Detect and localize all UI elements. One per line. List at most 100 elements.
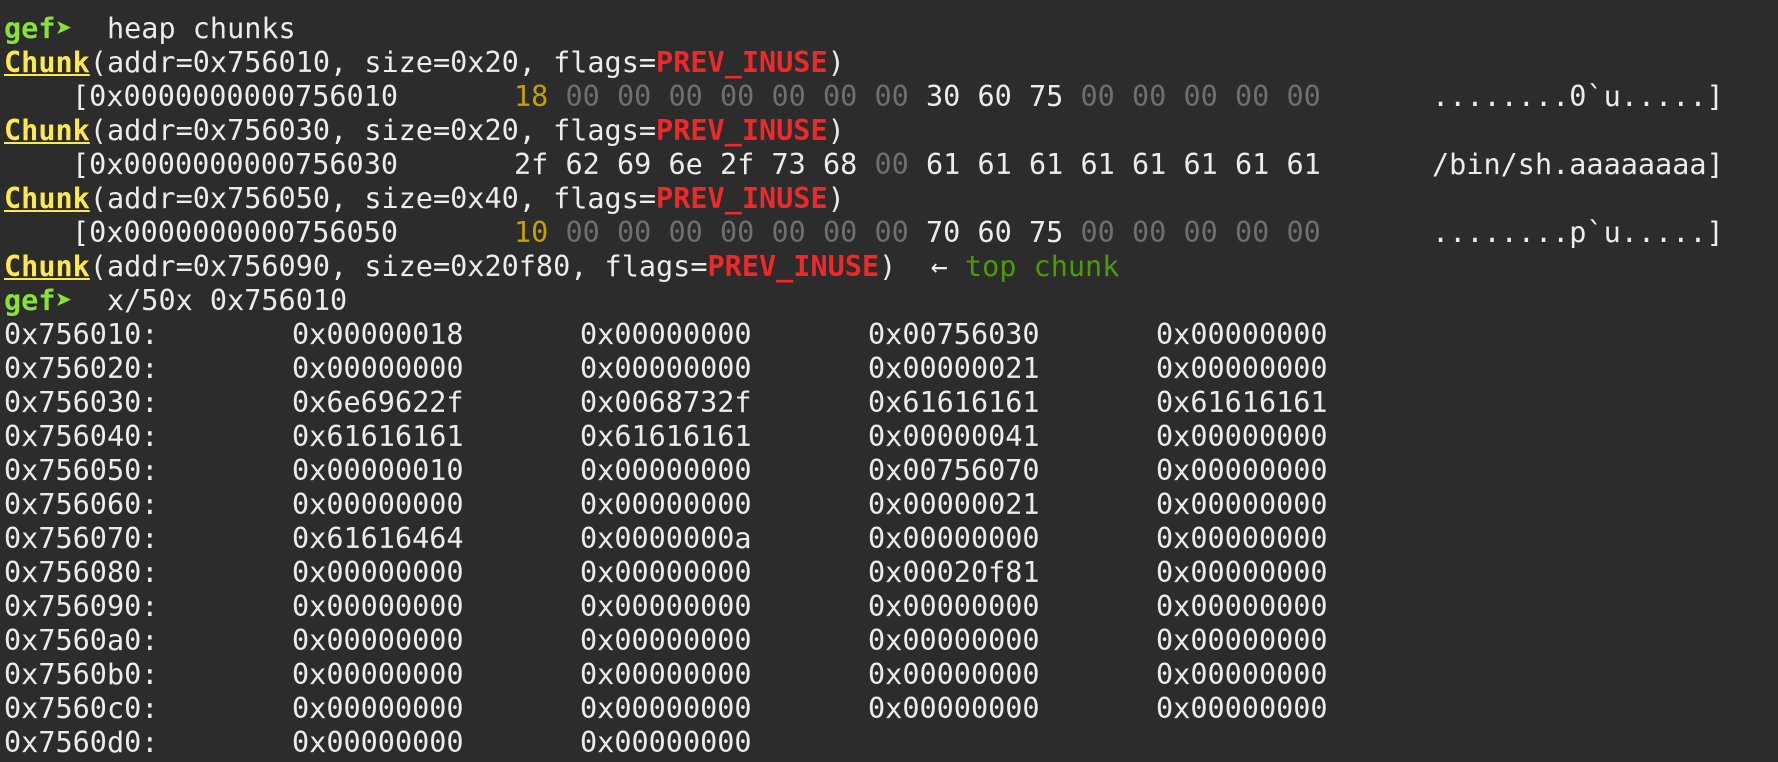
memory-row: 0x7560b0: 0x00000000 0x00000000 0x00000000 0… — [4, 658, 1778, 692]
memory-word: 0x6e69622f — [292, 386, 464, 419]
hex-byte: 00 — [1080, 80, 1115, 113]
memory-word: 0x00000000 — [580, 658, 752, 691]
hex-byte: 00 — [874, 148, 909, 181]
hex-byte: 73 — [771, 148, 806, 181]
chunk-signature: (addr=0x756030, size=0x20, flags= — [89, 114, 657, 147]
memory-word: 0x61616464 — [292, 522, 464, 555]
chunk-signature: (addr=0x756050, size=0x40, flags= — [89, 182, 657, 215]
memory-word: 0x00000010 — [292, 454, 464, 487]
memory-word: 0x00000000 — [868, 522, 1040, 555]
chunk-keyword: Chunk — [4, 46, 90, 79]
memory-address: 0x756060: — [4, 488, 159, 521]
hexdump-address: [0x0000000000756050 — [72, 216, 399, 249]
memory-word: 0x00000000 — [580, 352, 752, 385]
memory-word: 0x61616161 — [1156, 386, 1328, 419]
hex-byte: 00 — [617, 80, 652, 113]
memory-word: 0x00020f81 — [868, 556, 1040, 589]
memory-address: 0x756020: — [4, 352, 159, 385]
hexdump-line: [0x0000000000756030 2f 62 69 6e 2f 73 68 … — [4, 148, 1778, 182]
hexdump-bytes: 10 00 00 00 00 00 00 00 70 60 75 00 00 0… — [514, 216, 1321, 250]
hexdump-line: [0x0000000000756010 18 00 00 00 00 00 00 … — [4, 80, 1778, 114]
memory-address: 0x756050: — [4, 454, 159, 487]
memory-word: 0x00000000 — [580, 590, 752, 623]
chunk-keyword: Chunk — [4, 182, 90, 215]
memory-word: 0x00000000 — [868, 590, 1040, 623]
hexdump-bytes: 18 00 00 00 00 00 00 00 30 60 75 00 00 0… — [514, 80, 1321, 114]
memory-word: 0x00000000 — [292, 352, 464, 385]
memory-row: 0x7560d0: 0x00000000 0x00000000 — [4, 726, 1778, 760]
hex-byte: 00 — [874, 80, 909, 113]
hexdump-address: [0x0000000000756010 — [72, 80, 399, 113]
memory-row: 0x756060: 0x00000000 0x00000000 0x00000021 0… — [4, 488, 1778, 522]
chunk-flags: PREV_INUSE — [656, 182, 828, 215]
hex-byte: 18 — [514, 80, 549, 113]
hex-byte: 00 — [1183, 216, 1218, 249]
memory-word: 0x00000000 — [580, 726, 752, 759]
chunk-flags: PREV_INUSE — [656, 114, 828, 147]
memory-row: 0x7560c0: 0x00000000 0x00000000 0x00000000 0… — [4, 692, 1778, 726]
memory-row: 0x756070: 0x61616464 0x0000000a 0x00000000 0… — [4, 522, 1778, 556]
memory-row: 0x7560a0: 0x00000000 0x00000000 0x00000000 0… — [4, 624, 1778, 658]
hex-byte: 00 — [823, 80, 858, 113]
heap-chunks-output: Chunk(addr=0x756010, size=0x20, flags=PR… — [4, 46, 1778, 250]
hex-byte: 00 — [1286, 80, 1321, 113]
hex-byte: 61 — [1183, 148, 1218, 181]
hex-byte: 68 — [823, 148, 858, 181]
hexdump-ascii: ........0`u.....] — [1432, 80, 1724, 113]
memory-address: 0x756040: — [4, 420, 159, 453]
memory-word: 0x0068732f — [580, 386, 752, 419]
memory-address: 0x756010: — [4, 318, 159, 351]
hex-byte: 69 — [617, 148, 652, 181]
memory-address: 0x756070: — [4, 522, 159, 555]
chunk-signature: (addr=0x756090, size=0x20f80, flags= — [89, 250, 708, 283]
memory-row: 0x756030: 0x6e69622f 0x0068732f 0x61616161 0… — [4, 386, 1778, 420]
memory-address: 0x7560a0: — [4, 624, 159, 657]
hex-byte: 61 — [1235, 148, 1270, 181]
memory-word: 0x00000000 — [292, 658, 464, 691]
hex-byte: 00 — [1235, 216, 1270, 249]
memory-address: 0x756090: — [4, 590, 159, 623]
hex-byte: 75 — [1029, 80, 1064, 113]
hex-byte: 00 — [1080, 216, 1115, 249]
chunk-flags: PREV_INUSE — [707, 250, 880, 283]
hex-byte: 2f — [514, 148, 549, 181]
memory-word: 0x00000000 — [292, 726, 464, 759]
hex-byte: 00 — [1235, 80, 1270, 113]
hexdump-line: [0x0000000000756050 10 00 00 00 00 00 00 … — [4, 216, 1778, 250]
hex-byte: 70 — [926, 216, 961, 249]
hex-byte: 60 — [977, 80, 1012, 113]
memory-word: 0x00000000 — [580, 556, 752, 589]
hex-byte: 61 — [977, 148, 1012, 181]
hex-byte: 30 — [926, 80, 961, 113]
hex-byte: 61 — [1029, 148, 1064, 181]
terminal-window[interactable]: gef➤ heap chunks Chunk(addr=0x756010, si… — [0, 0, 1778, 762]
left-arrow-icon: ← — [930, 250, 948, 283]
hexdump-address: [0x0000000000756030 — [72, 148, 399, 181]
memory-row: 0x756020: 0x00000000 0x00000000 0x00000021 0… — [4, 352, 1778, 386]
memory-word: 0x00000000 — [1156, 454, 1328, 487]
close-paren: ) — [827, 182, 845, 215]
hex-byte: 00 — [720, 80, 755, 113]
memory-word: 0x0000000a — [580, 522, 752, 555]
hex-byte: 00 — [874, 216, 909, 249]
memory-word: 0x61616161 — [580, 420, 752, 453]
memory-address: 0x7560c0: — [4, 692, 159, 725]
memory-word: 0x61616161 — [292, 420, 464, 453]
close-paren: ) — [827, 114, 845, 147]
memory-word: 0x00000000 — [292, 624, 464, 657]
hex-byte: 00 — [720, 216, 755, 249]
hex-byte: 00 — [668, 216, 703, 249]
chunk-flags: PREV_INUSE — [656, 46, 828, 79]
hex-byte: 00 — [617, 216, 652, 249]
memory-word: 0x00000000 — [1156, 352, 1328, 385]
hex-byte: 61 — [1080, 148, 1115, 181]
memory-word: 0x00000021 — [868, 488, 1040, 521]
hex-byte: 10 — [514, 216, 549, 249]
memory-word: 0x00000000 — [580, 454, 752, 487]
memory-row: 0x756050: 0x00000010 0x00000000 0x00756070 0… — [4, 454, 1778, 488]
close-paren: ) — [879, 250, 897, 283]
memory-row: 0x756090: 0x00000000 0x00000000 0x00000000 0… — [4, 590, 1778, 624]
hex-byte: 00 — [565, 216, 600, 249]
hex-byte: 61 — [1286, 148, 1321, 181]
hexdump-ascii: ........p`u.....] — [1432, 216, 1724, 249]
